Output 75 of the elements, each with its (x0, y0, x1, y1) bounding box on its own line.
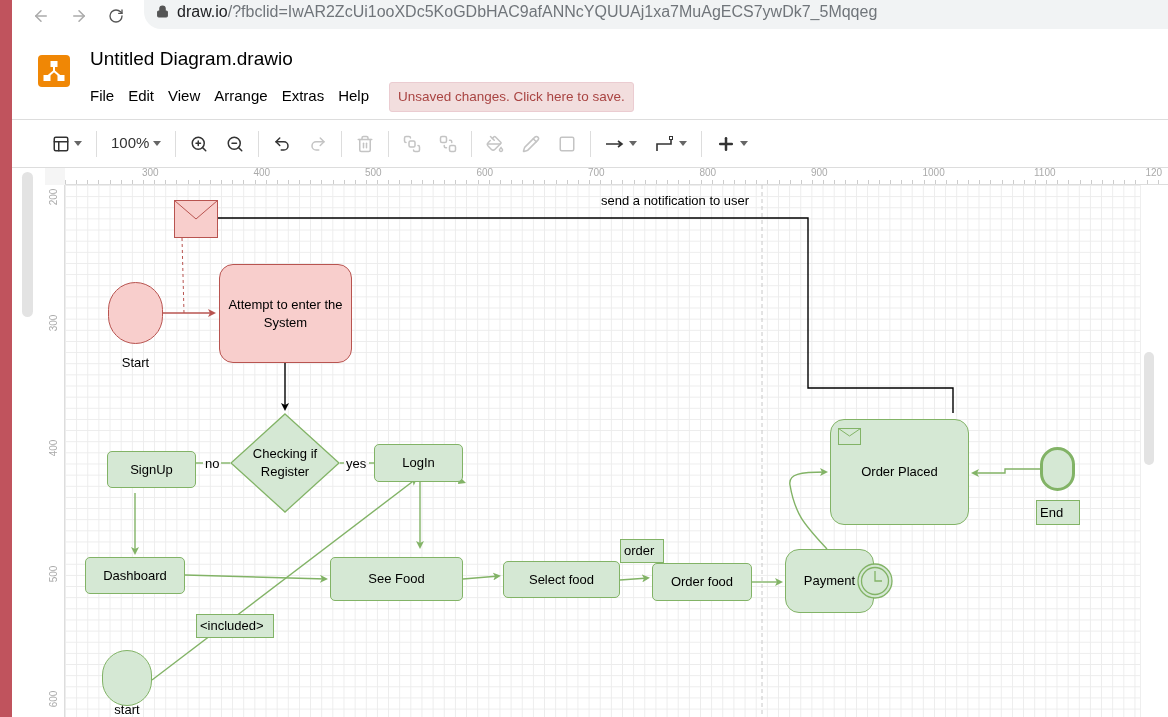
ruler-label: 120 (1145, 168, 1163, 178)
ruler-label: 900 (811, 168, 828, 178)
connector-line (339, 462, 345, 464)
connector-arrow (751, 578, 783, 586)
waypoint-icon (655, 135, 676, 152)
connector-arrow (462, 572, 501, 581)
envelope-icon (838, 428, 861, 445)
connector-line (368, 462, 375, 464)
connector-arrow (971, 468, 1041, 477)
node-label: start (114, 703, 140, 716)
scrollbar-thumb[interactable] (22, 172, 33, 317)
edge-label: yes (346, 457, 367, 470)
scrollbar-thumb[interactable] (1144, 352, 1154, 465)
connector-line (195, 462, 204, 464)
connector-arrow (281, 362, 289, 411)
connector-arrow (162, 309, 216, 317)
ruler-label: 700 (588, 168, 605, 178)
zoom-out-icon (226, 134, 245, 153)
ruler-label: 1000 (922, 168, 945, 178)
menu-item[interactable]: Edit (128, 85, 169, 108)
ruler-label: 500 (365, 168, 382, 178)
connector-arrow (619, 574, 650, 583)
menu-item[interactable]: File (90, 85, 129, 108)
ruler-label: 1100 (1034, 168, 1056, 178)
pencil-icon (522, 134, 541, 153)
address-bar[interactable]: draw.io/?fbclid=IwAR2ZcUi1ooXDc5KoGDbHAC9afANNcYQUUAj1xa7MuAgECS7ywDk7_5Mqqeg (144, 0, 1168, 29)
connector-line (220, 462, 231, 464)
text-label: <included> (196, 614, 274, 638)
redo-icon (309, 134, 328, 153)
clock-icon (857, 563, 893, 599)
ruler-label: 500 (49, 565, 60, 582)
ruler-label: 400 (49, 439, 60, 457)
paint-bucket-icon (486, 134, 505, 153)
ruler-label: 600 (476, 168, 494, 178)
url-text: draw.io/?fbclid=IwAR2ZcUi1ooXDc5KoGDbHAC9afANNcYQUUAj1xa7MuAgECS7ywDk7_5Mqqeg (177, 1, 878, 22)
ruler-label: 600 (49, 690, 60, 708)
task-node: SignUp (107, 451, 196, 488)
node-label: Start (121, 356, 150, 369)
task-node: See Food (330, 557, 463, 601)
zoom-in-icon (190, 134, 209, 153)
undo-icon (273, 134, 292, 153)
menu-item[interactable]: Arrange (214, 85, 282, 108)
menu-item[interactable]: Help (338, 85, 384, 108)
menu-item[interactable]: Extras (281, 85, 339, 108)
ruler-label: 300 (142, 168, 159, 178)
square-icon (558, 134, 577, 153)
ruler-label: 800 (699, 168, 717, 178)
text-label: End (1036, 500, 1080, 525)
task-node: Select food (503, 561, 620, 598)
bring-to-front-icon (403, 134, 422, 153)
panel-layout-icon (52, 134, 70, 153)
ruler-label: 300 (49, 314, 60, 331)
node-label: Checking if Register (251, 445, 319, 481)
ruler-label: 200 (49, 188, 60, 206)
text-label: order (620, 539, 664, 563)
zoom-dropdown[interactable]: 100% (109, 131, 164, 156)
arrow-icon (605, 138, 626, 149)
ruler-label: 400 (253, 168, 271, 178)
diagram-canvas[interactable]: send a notification to user Start Attempt to enter the System SignUp no Checking if Register yes LogIn Order Placed End order Dashboard See Food Select food Order food Payment <included> start (65, 185, 1140, 717)
lock-icon (156, 5, 169, 18)
trash-icon (356, 134, 375, 153)
task-node: Dashboard (85, 557, 185, 594)
edge-label: no (205, 457, 220, 470)
task-node: LogIn (374, 444, 463, 482)
unsaved-changes-notice[interactable]: Unsaved changes. Click here to save. (389, 81, 634, 112)
task-node: Order Placed (830, 419, 969, 525)
app-logo (38, 55, 70, 87)
annotation-text: send a notification to user (601, 194, 750, 207)
send-to-back-icon (439, 134, 458, 153)
reload-icon[interactable] (108, 7, 124, 24)
document-title[interactable]: Untitled Diagram.drawio (90, 45, 634, 74)
connector-arrow (131, 492, 139, 555)
task-node: Attempt to enter the System (219, 264, 352, 363)
menu-item[interactable]: View (168, 85, 215, 108)
task-node: Order food (652, 563, 752, 601)
